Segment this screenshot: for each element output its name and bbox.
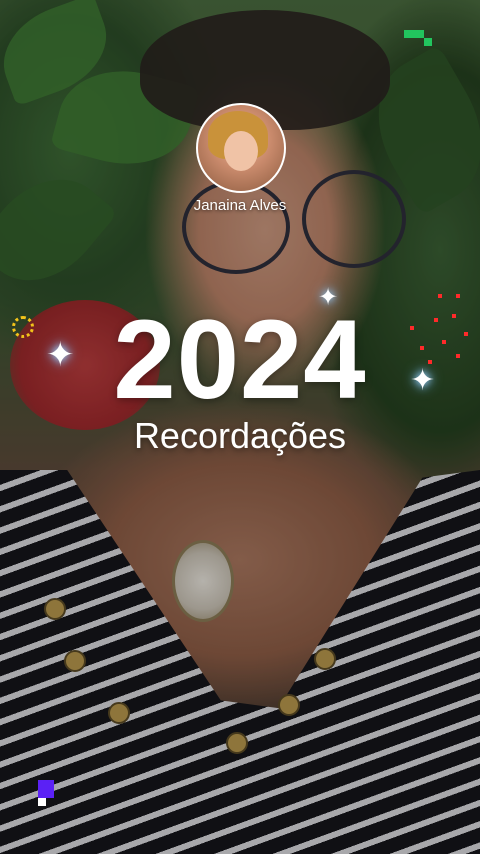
sun-icon xyxy=(12,316,34,338)
purple-pixel-icon xyxy=(38,780,54,798)
green-pixel-icon xyxy=(404,30,414,38)
sparkle-icon: ✦ xyxy=(46,336,75,374)
green-pixel-icon xyxy=(424,38,432,46)
green-pixel-icon xyxy=(414,30,424,38)
profile-name: Janaina Alves xyxy=(193,197,287,214)
red-dots-icon xyxy=(408,292,472,366)
memories-subtitle: Recordações xyxy=(133,415,347,456)
story-screen: Janaina Alves 2024 Recordações ✦ ✦ ✦ xyxy=(0,0,480,854)
avatar-face xyxy=(224,131,258,171)
white-pixel-icon xyxy=(38,798,46,806)
sparkle-icon: ✦ xyxy=(410,364,436,397)
sparkle-icon: ✦ xyxy=(318,284,339,311)
profile-avatar[interactable] xyxy=(196,103,286,193)
